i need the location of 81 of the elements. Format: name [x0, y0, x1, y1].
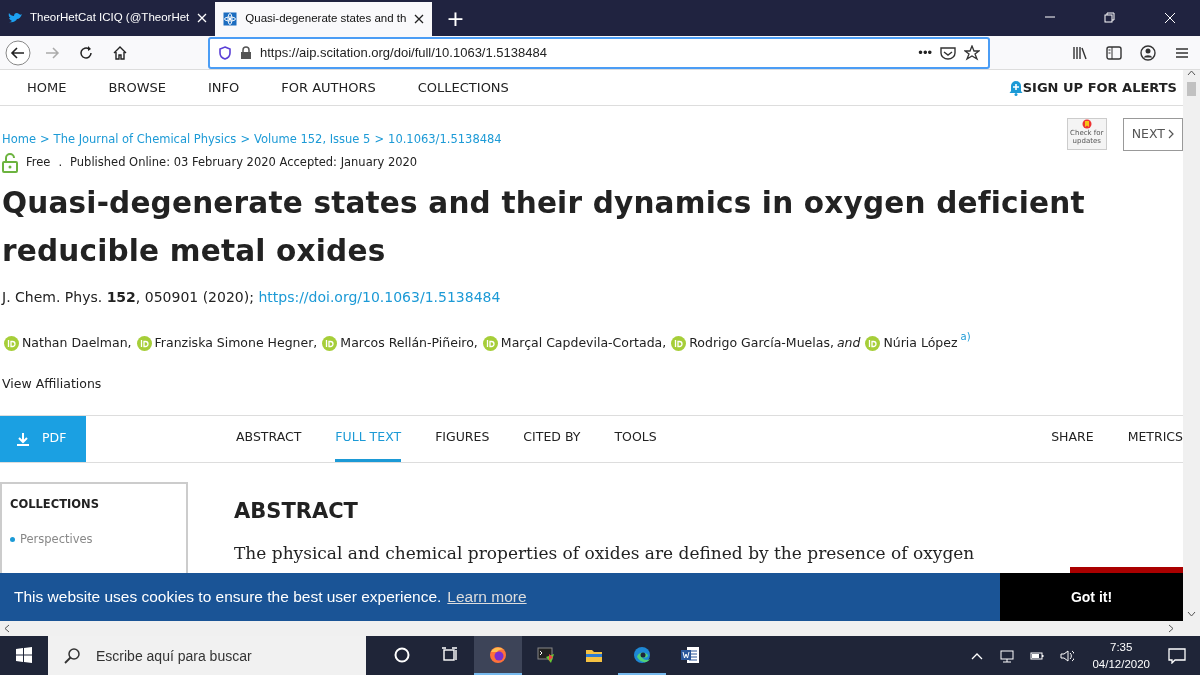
clock-date[interactable]: 04/12/2020	[1092, 655, 1150, 673]
scroll-up-icon[interactable]	[1187, 70, 1196, 76]
bullet-icon	[10, 536, 15, 542]
speaker-icon[interactable]	[1060, 648, 1075, 663]
author-name[interactable]: Marçal Capdevila-Cortada,	[500, 333, 667, 353]
nav-link[interactable]: COLLECTIONS	[417, 77, 509, 98]
abstract-text: The physical and chemical properties of oxides are defined by the presence of oxygen	[234, 542, 976, 565]
publication-dates: Published Online: 03 February 2020 Accepted: January 2020	[70, 154, 418, 172]
article-tab[interactable]: FIGURES	[435, 415, 490, 462]
breadcrumb-separator: >	[374, 130, 385, 148]
circle-icon	[393, 645, 411, 664]
pocket-icon[interactable]	[940, 45, 956, 60]
chevron-right-icon	[1168, 129, 1174, 140]
star-icon[interactable]	[964, 44, 980, 61]
browser-tab[interactable]: TheorHetCat ICIQ (@TheorHet	[0, 0, 216, 36]
network-icon[interactable]	[1000, 648, 1015, 663]
breadcrumb-separator: >	[240, 130, 250, 148]
author-name[interactable]: Marcos Rellán-Piñeiro,	[340, 333, 478, 353]
restore-icon[interactable]	[1104, 12, 1116, 24]
reload-icon[interactable]	[78, 44, 94, 61]
panel-heading: COLLECTIONS	[10, 495, 100, 513]
lock-icon	[240, 45, 252, 60]
cookie-message: This website uses cookies to ensure the best user experience.	[14, 587, 442, 608]
atom-icon	[223, 12, 238, 26]
browser-tab[interactable]: Quasi-degenerate states and th	[215, 2, 433, 36]
shield-icon	[218, 45, 232, 60]
scroll-down-icon[interactable]	[1187, 611, 1196, 617]
article-tab[interactable]: TOOLS	[614, 415, 657, 462]
section-heading: ABSTRACT	[234, 497, 359, 525]
learn-more-link[interactable]: Learn more	[447, 585, 527, 609]
download-icon	[16, 431, 30, 446]
share-link[interactable]: SHARE	[1051, 415, 1094, 462]
home-icon[interactable]	[112, 44, 128, 61]
address-bar[interactable]: https://aip.scitation.org/doi/full/10.1063/1.5138484 •••	[208, 36, 990, 69]
affiliations-link[interactable]: View Affiliations	[2, 374, 102, 394]
terminal-icon	[537, 645, 555, 664]
collection-link[interactable]: Perspectives	[20, 530, 93, 548]
nav-link[interactable]: HOME	[27, 77, 67, 98]
author-name[interactable]: Nathan Daelman,	[22, 333, 132, 353]
author-name[interactable]: Rodrigo García-Muelas,	[689, 333, 834, 353]
edge-icon	[633, 645, 651, 664]
nav-link[interactable]: INFO	[207, 77, 240, 98]
breadcrumb-separator: >	[39, 130, 50, 148]
article-tab[interactable]: ABSTRACT	[236, 415, 302, 462]
search-field[interactable]: Escribe aquí para buscar	[48, 636, 366, 675]
nav-link[interactable]: BROWSE	[108, 77, 166, 98]
article-title: Quasi-degenerate states and their dynamics in oxygen deficient reducible metal oxides	[2, 184, 1086, 270]
windows-icon[interactable]	[16, 646, 32, 663]
document-icon	[681, 645, 699, 664]
more-actions-button[interactable]: •••	[918, 42, 932, 63]
separator-dot: .	[58, 154, 63, 172]
bird-icon	[8, 11, 22, 25]
fox-globe-icon	[489, 645, 507, 664]
url-text[interactable]: https://aip.scitation.org/doi/full/10.1063/1.5138484	[260, 42, 911, 63]
new-tab-button[interactable]: +	[446, 1, 465, 35]
scrollbar-thumb[interactable]	[1187, 82, 1196, 96]
accept-button[interactable]: Got it!	[1000, 573, 1183, 621]
sidebar-icon[interactable]	[1106, 44, 1122, 61]
author-name[interactable]: Franziska Simone Hegner,	[154, 333, 318, 353]
scroll-right-icon[interactable]	[1168, 624, 1174, 633]
conjunction: and	[836, 333, 861, 352]
task-view-icon	[441, 645, 459, 664]
article-tab[interactable]: CITED BY	[523, 415, 581, 462]
notifications-icon[interactable]	[1168, 647, 1186, 664]
metrics-link[interactable]: METRICS	[1127, 415, 1183, 462]
search-icon	[64, 648, 80, 664]
scroll-left-icon[interactable]	[4, 624, 10, 633]
bookmark-icon	[1081, 119, 1092, 130]
close-icon[interactable]	[414, 14, 425, 24]
open-lock-icon	[2, 152, 18, 173]
bell-icon	[1008, 79, 1023, 96]
alerts-link[interactable]: SIGN UP FOR ALERTS	[1022, 77, 1177, 98]
back-icon[interactable]	[5, 39, 31, 66]
account-icon[interactable]	[1140, 44, 1156, 61]
library-icon[interactable]	[1072, 44, 1088, 61]
citation: J. Chem. Phys. 152, 050901 (2020);	[2, 288, 254, 305]
author-name[interactable]: Núria López	[883, 333, 958, 353]
access-label: Free	[26, 154, 51, 172]
next-button[interactable]: NEXT	[1122, 118, 1183, 151]
clock-time[interactable]: 7:35	[1092, 638, 1150, 656]
nav-link[interactable]: FOR AUTHORS	[281, 77, 376, 98]
